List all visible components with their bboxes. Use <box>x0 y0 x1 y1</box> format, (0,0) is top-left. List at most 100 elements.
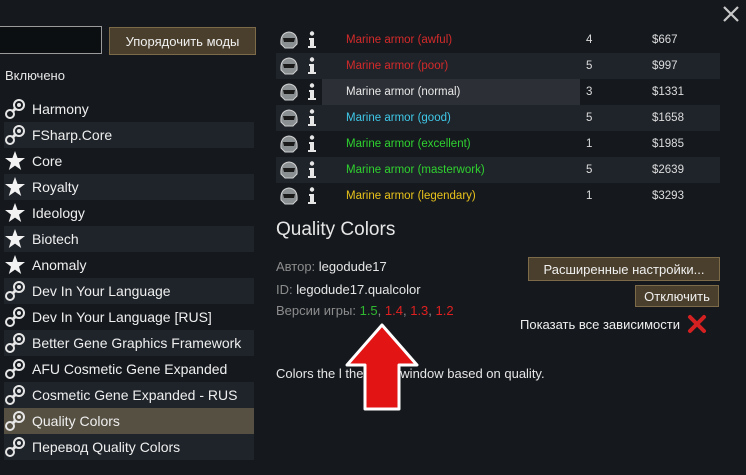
steam-icon <box>4 124 26 146</box>
item-quantity: 1 <box>586 190 593 202</box>
id-line: ID: legodude17.qualcolor <box>276 282 421 297</box>
steam-icon <box>4 332 26 354</box>
version-tag: 1.5 <box>359 303 378 318</box>
author-value: legodude17 <box>318 259 387 274</box>
enabled-list-header: Включено <box>5 68 65 83</box>
steam-icon <box>4 98 26 120</box>
mod-list-item[interactable]: Ideology <box>4 200 254 226</box>
author-label: Автор: <box>276 259 316 274</box>
info-icon[interactable] <box>302 187 322 205</box>
mod-list-item[interactable]: Dev In Your Language [RUS] <box>4 304 254 330</box>
trade-row[interactable]: Marine armor (legendary) 1 $3293 <box>276 183 720 209</box>
mod-name: Ideology <box>32 205 85 221</box>
show-dependencies[interactable]: Показать все зависимости <box>520 313 708 335</box>
helmet-thumbnail-icon <box>276 54 302 78</box>
mod-name: Biotech <box>32 231 79 247</box>
star-icon <box>4 254 26 276</box>
steam-icon <box>4 306 26 328</box>
steam-icon <box>4 384 26 406</box>
mod-name: Dev In Your Language <box>32 283 171 299</box>
trade-row[interactable]: Marine armor (poor) 5 $997 <box>276 53 720 79</box>
mod-name: Quality Colors <box>32 413 120 429</box>
close-icon[interactable] <box>720 3 742 25</box>
item-quantity: 5 <box>586 60 593 72</box>
mod-list-item[interactable]: Better Gene Graphics Framework <box>4 330 254 356</box>
star-icon <box>4 228 26 250</box>
item-quantity: 3 <box>586 86 593 98</box>
mod-list-item[interactable]: Dev In Your Language <box>4 278 254 304</box>
mod-name: Core <box>32 153 63 169</box>
mod-name: Dev In Your Language [RUS] <box>32 309 212 325</box>
item-price: $1658 <box>652 112 684 124</box>
mod-name: Better Gene Graphics Framework <box>32 335 242 351</box>
mod-list-item[interactable]: FSharp.Core <box>4 122 254 148</box>
trade-row[interactable]: Marine armor (normal) 3 $1331 <box>276 79 720 105</box>
version-separator: , <box>377 303 385 318</box>
mod-list-item[interactable]: Cosmetic Gene Expanded - RUS <box>4 382 254 408</box>
mod-list-item[interactable]: AFU Cosmetic Gene Expanded <box>4 356 254 382</box>
helmet-thumbnail-icon <box>276 80 302 104</box>
helmet-thumbnail-icon <box>276 184 302 208</box>
trade-row[interactable]: Marine armor (awful) 4 $667 <box>276 27 720 53</box>
item-price: $997 <box>652 60 678 72</box>
mod-list-item[interactable]: Harmony <box>4 96 254 122</box>
info-icon[interactable] <box>302 83 322 101</box>
item-price: $3293 <box>652 190 684 202</box>
info-icon[interactable] <box>302 161 322 179</box>
mod-list-item[interactable]: Royalty <box>4 174 254 200</box>
version-tag: 1.3 <box>410 303 429 318</box>
steam-icon <box>4 280 26 302</box>
trade-row[interactable]: Marine armor (masterwork) 5 $2639 <box>276 157 720 183</box>
version-tag: 1.2 <box>435 303 454 318</box>
helmet-thumbnail-icon <box>276 132 302 156</box>
item-quantity: 1 <box>586 138 593 150</box>
item-price: $1331 <box>652 86 684 98</box>
info-icon[interactable] <box>302 109 322 127</box>
helmet-thumbnail-icon <box>276 158 302 182</box>
advanced-settings-button[interactable]: Расширенные настройки... <box>528 257 720 281</box>
search-input[interactable] <box>0 26 102 54</box>
mod-name: Anomaly <box>32 257 87 273</box>
mod-name: Cosmetic Gene Expanded - RUS <box>32 387 238 403</box>
item-quantity: 5 <box>586 164 593 176</box>
mod-name: AFU Cosmetic Gene Expanded <box>32 361 228 377</box>
up-arrow-icon <box>345 323 419 411</box>
steam-icon <box>4 358 26 380</box>
trade-row[interactable]: Marine armor (excellent) 1 $1985 <box>276 131 720 157</box>
mod-list-item[interactable]: Core <box>4 148 254 174</box>
info-icon[interactable] <box>302 135 322 153</box>
info-icon[interactable] <box>302 31 322 49</box>
trade-item-table: Marine armor (awful) 4 $667 Marine armor (p… <box>276 27 720 209</box>
red-x-icon <box>687 315 706 333</box>
mod-list-item[interactable]: Перевод Quality Colors <box>4 434 254 460</box>
item-quantity: 4 <box>586 34 593 46</box>
steam-icon <box>4 436 26 458</box>
item-price: $1985 <box>652 138 684 150</box>
trade-row[interactable]: Marine armor (good) 5 $1658 <box>276 105 720 131</box>
info-icon[interactable] <box>302 57 322 75</box>
item-quantity: 5 <box>586 112 593 124</box>
item-price: $2639 <box>652 164 684 176</box>
versions-line: Версии игры: 1.5, 1.4, 1.3, 1.2 <box>276 303 454 318</box>
sort-mods-button[interactable]: Упорядочить моды <box>109 27 256 55</box>
version-separator: , <box>428 303 436 318</box>
item-name: Marine armor (good) <box>346 112 451 124</box>
steam-icon <box>4 410 26 432</box>
id-label: ID: <box>276 282 293 297</box>
id-value: legodude17.qualcolor <box>296 282 421 297</box>
mod-title: Quality Colors <box>276 219 396 240</box>
mod-name: FSharp.Core <box>32 127 113 143</box>
mod-list-item[interactable]: Biotech <box>4 226 254 252</box>
star-icon <box>4 150 26 172</box>
item-name: Marine armor (legendary) <box>346 190 476 202</box>
mod-name: Перевод Quality Colors <box>32 439 181 455</box>
versions-list: 1.5, 1.4, 1.3, 1.2 <box>360 303 454 318</box>
item-name: Marine armor (masterwork) <box>346 164 485 176</box>
mod-list-item[interactable]: Quality Colors <box>4 408 254 434</box>
deps-label: Показать все зависимости <box>520 316 680 332</box>
star-icon <box>4 176 26 198</box>
disable-button[interactable]: Отключить <box>635 285 719 307</box>
star-icon <box>4 202 26 224</box>
mod-name: Royalty <box>32 179 79 195</box>
mod-list-item[interactable]: Anomaly <box>4 252 254 278</box>
